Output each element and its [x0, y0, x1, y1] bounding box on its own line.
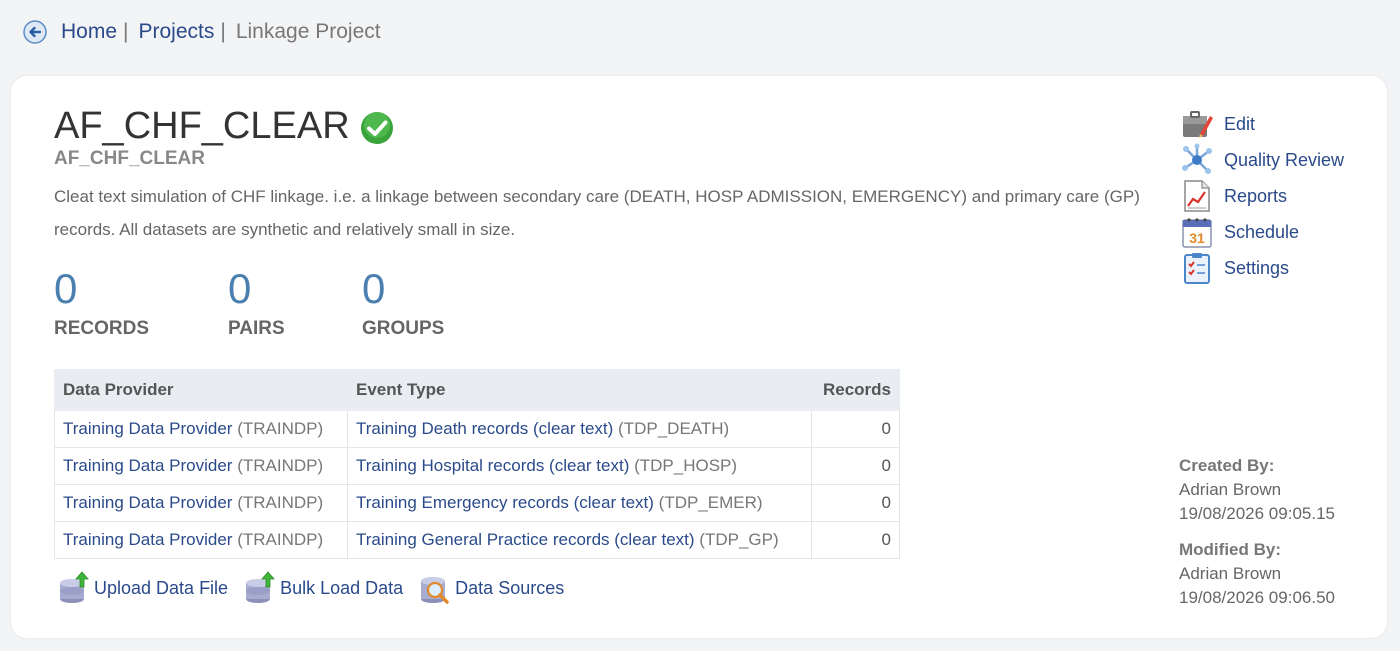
schedule-link[interactable]: 31 Schedule [1180, 214, 1344, 250]
quality-review-label: Quality Review [1224, 149, 1345, 170]
provider-cell: Training Data Provider (TRAINDP) [54, 447, 348, 485]
stat-groups-label: GROUPS [362, 318, 445, 339]
provider-cell: Training Data Provider (TRAINDP) [54, 410, 348, 448]
edit-label: Edit [1224, 113, 1256, 134]
project-subtitle: AF_CHF_CLEAR [54, 148, 205, 169]
database-upload-icon [246, 571, 275, 603]
stat-pairs-label: PAIRS [228, 318, 285, 339]
event-code: (TDP_HOSP) [634, 456, 738, 475]
event-cell: Training Emergency records (clear text) … [347, 484, 812, 522]
data-provider-table: Data Provider Event Type Records Trainin… [54, 369, 900, 559]
upload-data-file-button[interactable]: Upload Data File [58, 571, 228, 605]
event-cell: Training Death records (clear text) (TDP… [347, 410, 812, 448]
stat-pairs-value: 0 [228, 265, 252, 312]
table-row: Training Data Provider (TRAINDP) Trainin… [54, 521, 900, 559]
event-code: (TDP_EMER) [658, 493, 763, 512]
audit-info: Created By: Adrian Brown 19/08/2026 09:0… [1179, 454, 1335, 610]
project-title: AF_CHF_CLEAR [54, 105, 350, 147]
edit-link[interactable]: Edit [1180, 106, 1344, 142]
column-header-records: Records [811, 369, 900, 411]
provider-code: (TRAINDP) [237, 493, 324, 512]
stat-records: 0 RECORDS [54, 266, 149, 340]
data-sources-button[interactable]: Data Sources [419, 571, 564, 605]
table-header-row: Data Provider Event Type Records [54, 369, 900, 411]
provider-link[interactable]: Training Data Provider [63, 419, 232, 438]
back-arrow-icon[interactable] [23, 20, 47, 44]
schedule-label: Schedule [1224, 221, 1300, 242]
provider-code: (TRAINDP) [237, 456, 324, 475]
network-nodes-icon [1182, 143, 1212, 174]
quality-review-link[interactable]: Quality Review [1180, 142, 1344, 178]
stat-groups-value: 0 [362, 265, 386, 312]
records-cell: 0 [811, 521, 900, 559]
provider-link[interactable]: Training Data Provider [63, 493, 232, 512]
provider-code: (TRAINDP) [237, 530, 324, 549]
stat-pairs: 0 PAIRS [228, 266, 285, 340]
table-row: Training Data Provider (TRAINDP) Trainin… [54, 410, 900, 448]
calendar-icon: 31 [1182, 218, 1212, 248]
bulk-load-data-button[interactable]: Bulk Load Data [244, 571, 403, 605]
event-cell: Training Hospital records (clear text) (… [347, 447, 812, 485]
modified-at-timestamp: 19/08/2026 09:06.50 [1179, 588, 1335, 607]
provider-cell: Training Data Provider (TRAINDP) [54, 521, 348, 559]
stat-groups: 0 GROUPS [362, 266, 444, 340]
checklist-icon [1184, 253, 1210, 284]
column-header-data-provider: Data Provider [54, 369, 348, 411]
stat-records-label: RECORDS [54, 318, 150, 339]
breadcrumb-separator: | [123, 20, 129, 43]
created-at-timestamp: 19/08/2026 09:05.15 [1179, 504, 1335, 523]
breadcrumb: Home | Projects | Linkage Project [23, 18, 381, 46]
table-row: Training Data Provider (TRAINDP) Trainin… [54, 484, 900, 522]
side-menu: Edit Quality Review Reports 31 Schedule … [1180, 106, 1344, 286]
event-link[interactable]: Training General Practice records (clear… [356, 530, 695, 549]
settings-link[interactable]: Settings [1180, 250, 1344, 286]
reports-label: Reports [1224, 185, 1288, 206]
event-link[interactable]: Training Hospital records (clear text) [356, 456, 629, 475]
data-sources-label: Data Sources [455, 577, 565, 598]
column-header-event-type: Event Type [347, 369, 812, 411]
modified-by-name: Adrian Brown [1179, 564, 1282, 583]
database-upload-icon [60, 571, 89, 603]
provider-code: (TRAINDP) [237, 419, 324, 438]
project-description: Cleat text simulation of CHF linkage. i.… [54, 187, 1140, 239]
modified-by-label: Modified By: [1179, 540, 1281, 559]
project-card: AF_CHF_CLEAR AF_CHF_CLEAR Cleat text sim… [11, 76, 1387, 638]
records-cell: 0 [811, 484, 900, 522]
breadcrumb-home-link[interactable]: Home [61, 20, 117, 44]
records-cell: 0 [811, 410, 900, 448]
briefcase-edit-icon [1183, 111, 1213, 138]
event-link[interactable]: Training Death records (clear text) [356, 419, 613, 438]
upload-data-file-label: Upload Data File [94, 577, 229, 598]
database-search-icon [421, 577, 449, 604]
report-chart-icon [1184, 180, 1210, 212]
breadcrumb-separator: | [220, 20, 226, 43]
event-link[interactable]: Training Emergency records (clear text) [356, 493, 654, 512]
event-cell: Training General Practice records (clear… [347, 521, 812, 559]
table-row: Training Data Provider (TRAINDP) Trainin… [54, 447, 900, 485]
settings-label: Settings [1224, 257, 1290, 278]
provider-link[interactable]: Training Data Provider [63, 456, 232, 475]
created-by-label: Created By: [1179, 456, 1275, 475]
provider-cell: Training Data Provider (TRAINDP) [54, 484, 348, 522]
provider-link[interactable]: Training Data Provider [63, 530, 232, 549]
green-check-icon [360, 112, 393, 144]
breadcrumb-current: Linkage Project [235, 20, 381, 43]
event-code: (TDP_DEATH) [618, 419, 730, 438]
created-by-name: Adrian Brown [1179, 480, 1282, 499]
bottom-actions: Upload Data File Bulk Load Data Data Sou… [58, 571, 580, 605]
title-row: AF_CHF_CLEAR [54, 104, 394, 148]
svg-text:31: 31 [1189, 230, 1205, 246]
event-code: (TDP_GP) [699, 530, 779, 549]
stat-records-value: 0 [54, 265, 78, 312]
bulk-load-data-label: Bulk Load Data [280, 577, 404, 598]
reports-link[interactable]: Reports [1180, 178, 1344, 214]
records-cell: 0 [811, 447, 900, 485]
breadcrumb-projects-link[interactable]: Projects [139, 20, 215, 44]
